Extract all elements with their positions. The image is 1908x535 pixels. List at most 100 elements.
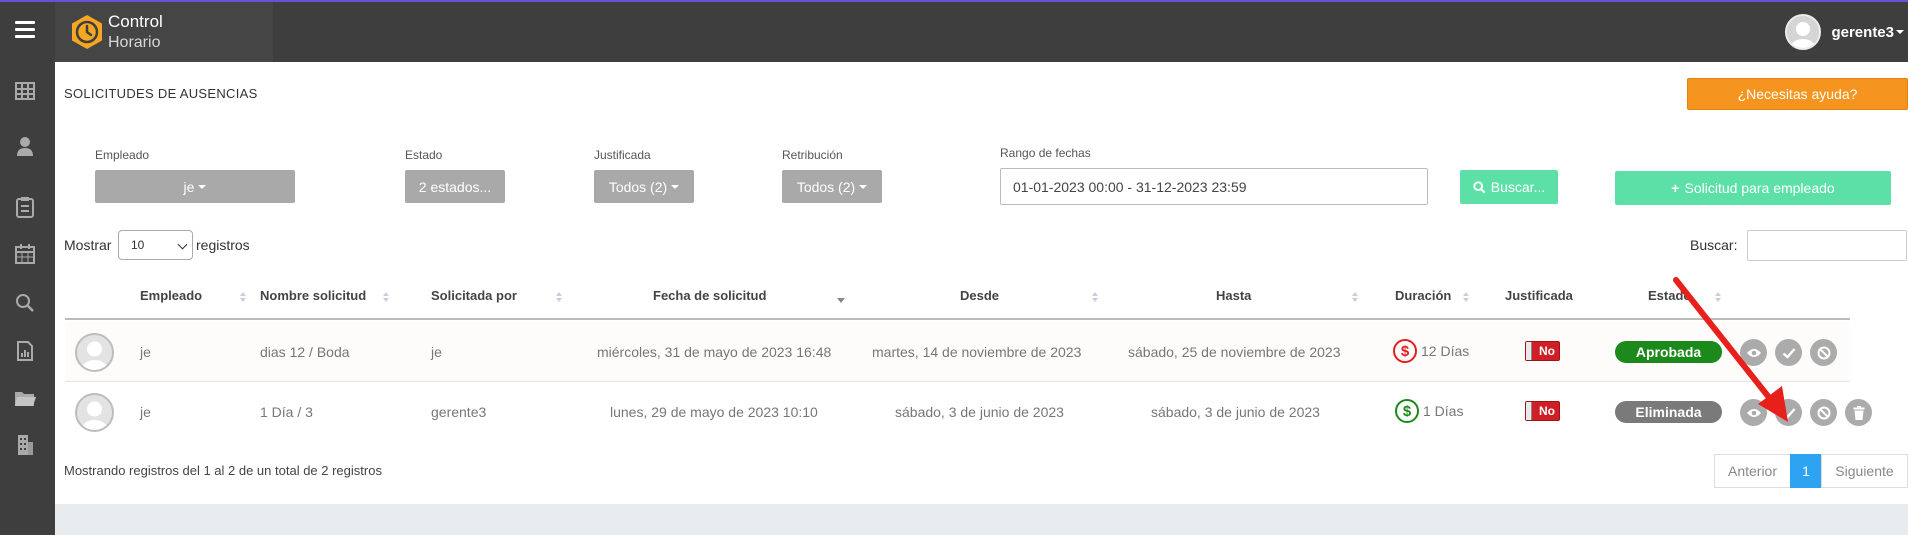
plus-icon: + [1671, 180, 1680, 196]
employee-filter-select[interactable]: je [95, 170, 295, 203]
employee-filter-value: je [183, 178, 195, 195]
col-duration[interactable]: Duración [1395, 288, 1451, 303]
justified-filter-label: Justificada [594, 148, 651, 162]
status-badge: Eliminada [1615, 401, 1722, 423]
cell-duration: $ 1 Días [1395, 399, 1463, 423]
page-length-select[interactable]: 10 [118, 230, 193, 260]
col-request-date[interactable]: Fecha de solicitud [653, 288, 766, 303]
cell-from: sábado, 3 de junio de 2023 [895, 404, 1064, 420]
col-requested-by[interactable]: Solicitada por [431, 288, 517, 303]
search-button-label: Buscar... [1490, 179, 1546, 195]
col-to[interactable]: Hasta [1216, 288, 1251, 303]
justified-filter-select[interactable]: Todos (2) [594, 170, 694, 203]
paid-dollar-icon: $ [1393, 339, 1417, 363]
date-range-input[interactable]: 01-01-2023 00:00 - 31-12-2023 23:59 [1000, 168, 1428, 205]
pagination-next[interactable]: Siguiente [1821, 454, 1908, 488]
col-request-name[interactable]: Nombre solicitud [260, 288, 366, 303]
user-name: gerente3 [1831, 23, 1894, 41]
reject-button[interactable] [1810, 399, 1837, 426]
chevron-down-icon [1896, 30, 1904, 34]
records-label: registros [196, 237, 250, 253]
page-title: SOLICITUDES DE AUSENCIAS [64, 86, 258, 101]
top-bar: Control Horario gerente3 [0, 0, 1908, 62]
search-icon [1473, 180, 1486, 194]
help-button[interactable]: ¿Necesitas ayuda? [1687, 78, 1908, 110]
retribution-filter-value: Todos (2) [796, 178, 856, 195]
duration-text: 12 Días [1421, 343, 1470, 359]
table-header: Empleado Nombre solicitud Solicitada por… [65, 274, 1850, 320]
building-icon[interactable] [14, 434, 36, 456]
sort-icon [1715, 292, 1721, 303]
col-from[interactable]: Desde [960, 288, 999, 303]
justified-toggle-label: No [1539, 404, 1555, 418]
cell-employee: je [140, 344, 151, 360]
calendar-icon[interactable] [14, 243, 36, 265]
col-employee[interactable]: Empleado [140, 288, 202, 303]
table-info: Mostrando registros del 1 al 2 de un tot… [64, 463, 382, 478]
trash-icon [1853, 405, 1864, 420]
sort-icon [1463, 292, 1469, 303]
report-icon[interactable] [14, 340, 36, 362]
approve-button[interactable] [1775, 399, 1802, 426]
cell-request-name: 1 Día / 3 [260, 404, 313, 420]
avatar [75, 393, 114, 432]
brand[interactable]: Control Horario [55, 2, 273, 62]
show-label: Mostrar [64, 237, 112, 253]
search-button[interactable]: Buscar... [1460, 170, 1558, 204]
cell-to: sábado, 25 de noviembre de 2023 [1128, 344, 1341, 360]
cell-from: martes, 14 de noviembre de 2023 [872, 344, 1082, 360]
date-range-label: Rango de fechas [1000, 146, 1091, 160]
chevron-down-icon [671, 184, 680, 189]
check-icon [1782, 347, 1795, 359]
cell-requested-by: gerente3 [431, 404, 487, 420]
main-panel: SOLICITUDES DE AUSENCIAS ¿Necesitas ayud… [55, 62, 1908, 504]
pagination-previous[interactable]: Anterior [1714, 454, 1791, 488]
sort-icon [383, 292, 389, 303]
view-button[interactable] [1740, 399, 1767, 426]
pagination-page-1[interactable]: 1 [1790, 454, 1822, 488]
delete-button[interactable] [1845, 399, 1872, 426]
justified-toggle[interactable]: No [1525, 401, 1560, 421]
user-menu[interactable]: gerente3 [1785, 14, 1908, 50]
hamburger-menu-icon[interactable] [15, 21, 35, 41]
justified-filter-value: Todos (2) [608, 178, 668, 195]
clipboard-icon[interactable] [14, 196, 36, 218]
ban-icon [1817, 346, 1830, 359]
avatar [1785, 14, 1822, 50]
sort-desc-icon [837, 298, 845, 303]
chevron-down-icon [198, 184, 207, 189]
retribution-filter-select[interactable]: Todos (2) [782, 170, 882, 203]
paid-dollar-icon: $ [1395, 399, 1419, 423]
col-justified[interactable]: Justificada [1505, 288, 1573, 303]
page-length-value: 10 [131, 238, 145, 252]
cell-request-date: lunes, 29 de mayo de 2023 10:10 [610, 404, 818, 420]
eye-icon [1746, 408, 1761, 417]
table-row: je 1 Día / 3 gerente3 lunes, 29 de mayo … [65, 382, 1872, 442]
brand-title: Control [108, 12, 163, 31]
table-row: je dias 12 / Boda je miércoles, 31 de ma… [65, 322, 1850, 382]
cell-request-date: miércoles, 31 de mayo de 2023 16:48 [597, 344, 832, 360]
duration-text: 1 Días [1423, 403, 1464, 419]
new-request-label: Solicitud para empleado [1684, 180, 1835, 196]
sort-icon [240, 292, 246, 303]
col-status[interactable]: Estado [1648, 288, 1691, 303]
folder-icon[interactable] [14, 388, 36, 410]
cell-to: sábado, 3 de junio de 2023 [1151, 404, 1320, 420]
justified-toggle[interactable]: No [1525, 341, 1560, 361]
eye-icon [1746, 348, 1761, 357]
new-request-button[interactable]: + Solicitud para empleado [1615, 171, 1891, 205]
employee-filter-label: Empleado [95, 148, 150, 162]
reject-button[interactable] [1810, 339, 1837, 366]
chevron-down-icon [859, 184, 868, 189]
chevron-down-icon [177, 239, 188, 250]
justified-toggle-label: No [1539, 344, 1555, 358]
dashboard-icon[interactable] [14, 80, 36, 102]
status-filter-select[interactable]: 2 estados... [405, 170, 505, 203]
view-button[interactable] [1740, 339, 1767, 366]
sidebar [0, 62, 55, 535]
status-filter-label: Estado [405, 148, 443, 162]
user-icon[interactable] [14, 135, 36, 157]
table-search-input[interactable] [1747, 230, 1907, 261]
search-icon[interactable] [14, 292, 36, 314]
approve-button[interactable] [1775, 339, 1802, 366]
